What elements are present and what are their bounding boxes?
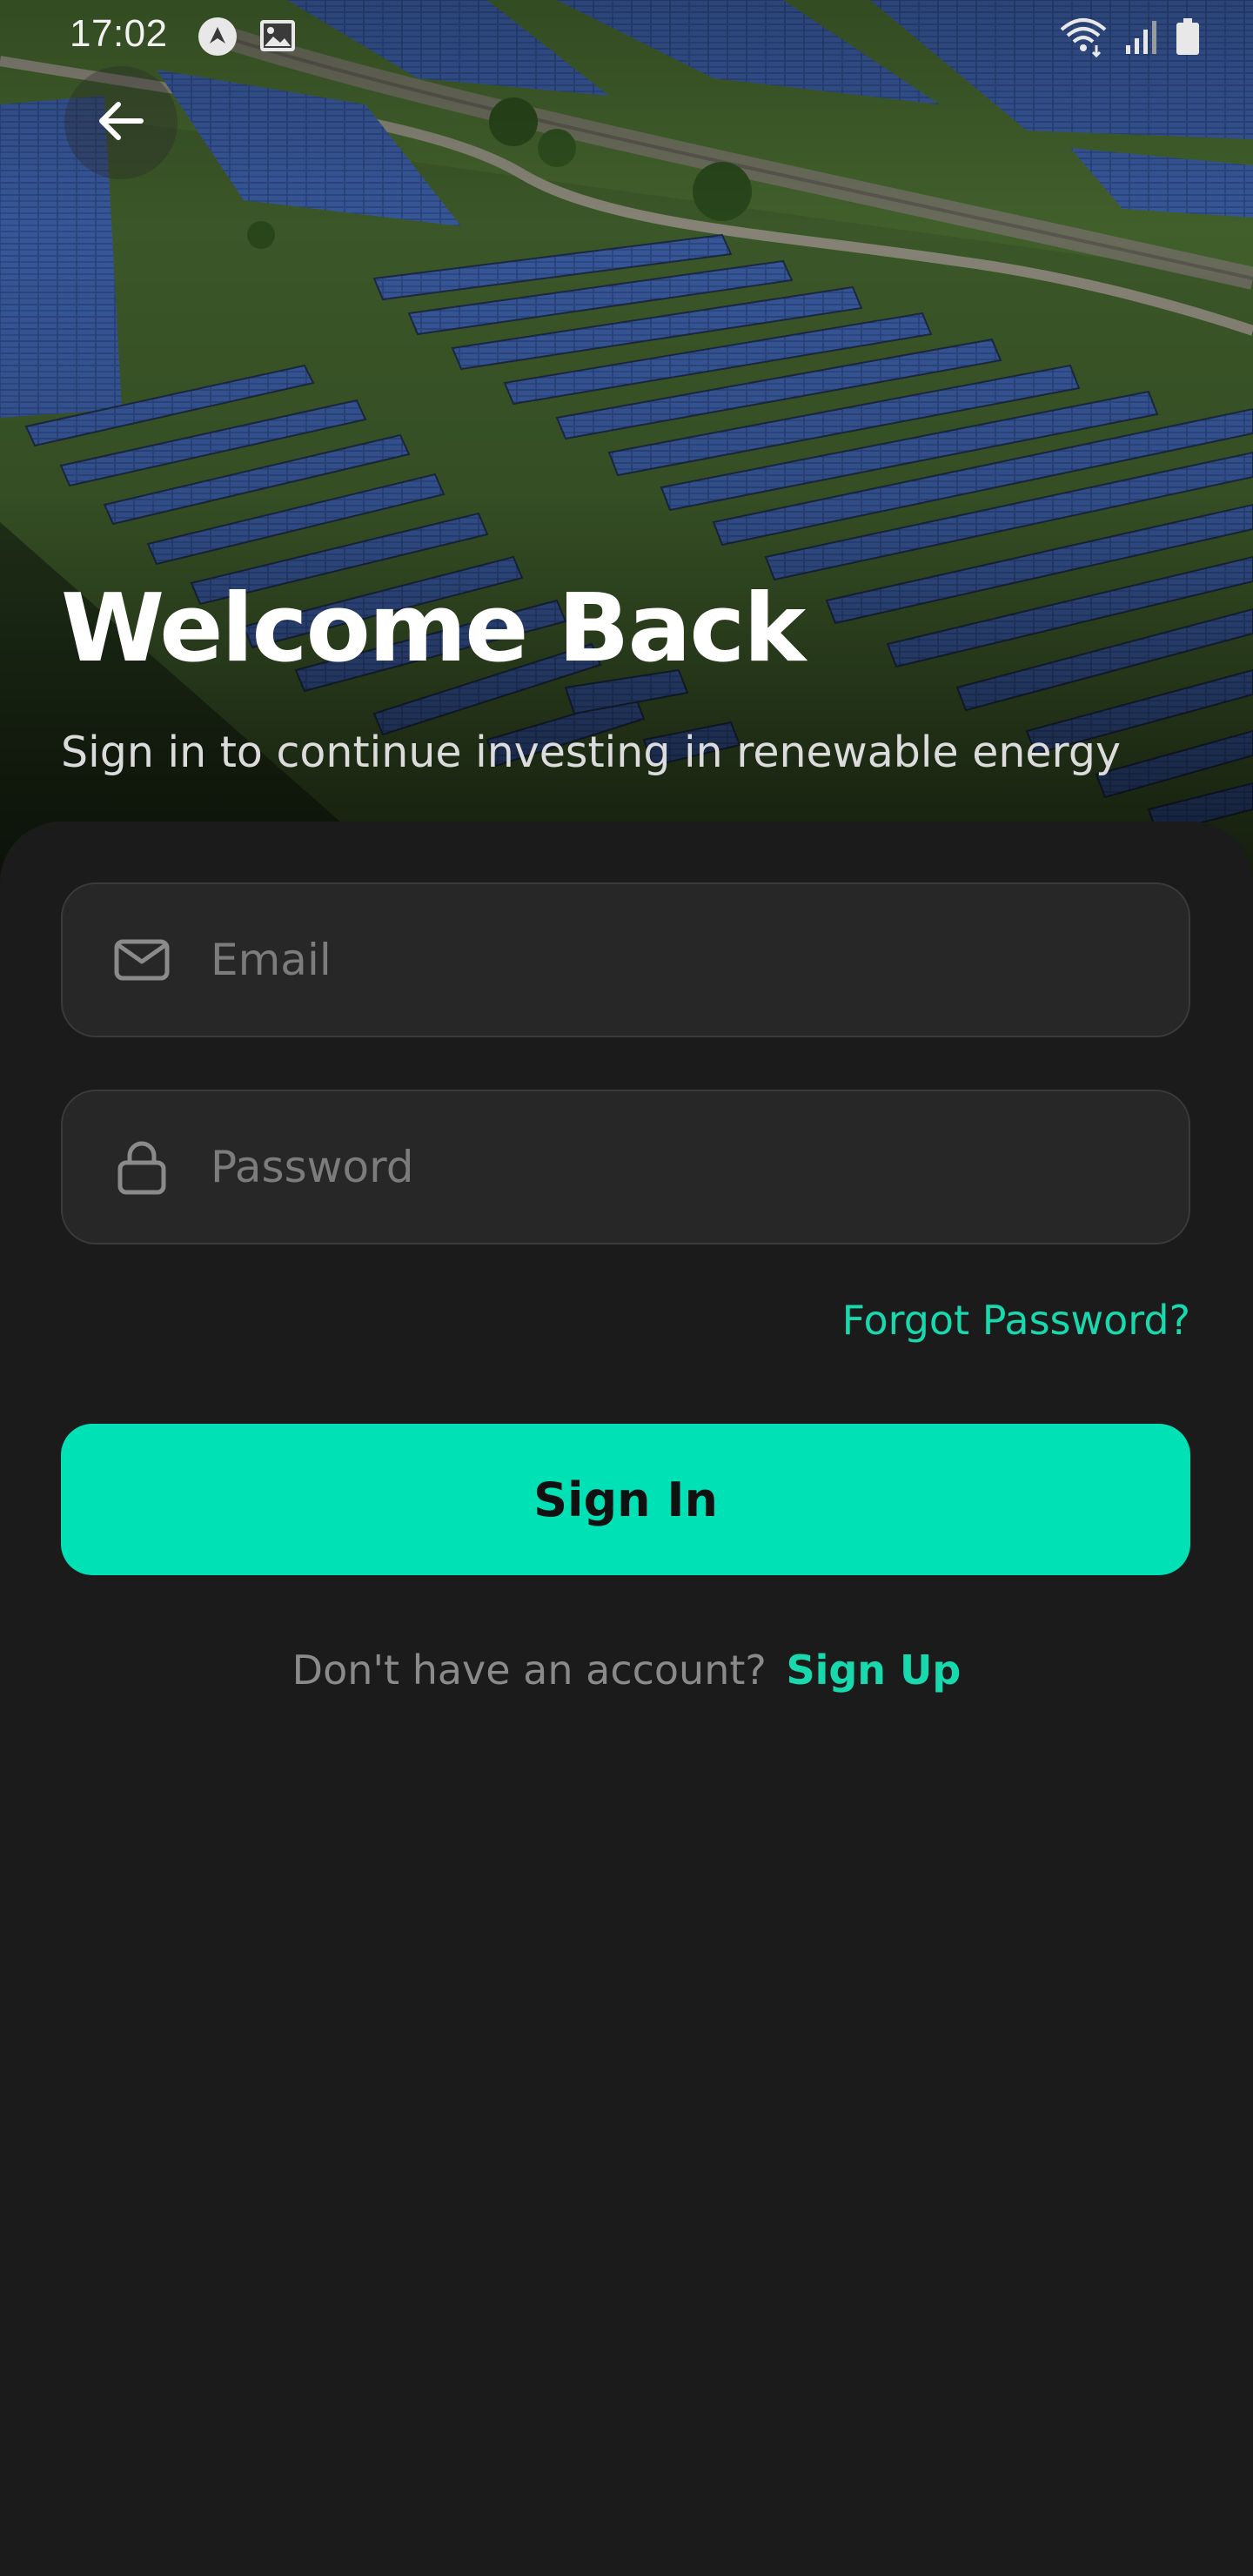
page-subtitle: Sign in to continue investing in renewab… [61, 728, 1121, 777]
signal-icon [1124, 17, 1159, 59]
status-right-icons [1058, 16, 1201, 61]
mail-icon [111, 929, 172, 990]
sign-in-button[interactable]: Sign In [61, 1424, 1190, 1575]
battery-icon [1175, 17, 1201, 60]
signup-row: Don't have an account? Sign Up [0, 1647, 1253, 1694]
arrow-left-icon [90, 91, 151, 155]
lock-icon [111, 1137, 172, 1197]
wifi-icon [1058, 16, 1109, 61]
sign-in-screen: 17:02 Welcome Back Sign in to continue i… [0, 0, 1253, 2576]
back-button[interactable] [64, 66, 178, 179]
sign-up-link[interactable]: Sign Up [786, 1647, 961, 1694]
page-title: Welcome Back [61, 574, 806, 683]
forgot-password-link[interactable]: Forgot Password? [842, 1297, 1190, 1344]
password-input[interactable] [209, 1141, 1126, 1193]
password-field[interactable] [61, 1090, 1190, 1244]
signup-prompt: Don't have an account? [291, 1647, 767, 1694]
navigation-arrow-icon [197, 16, 238, 61]
status-bar: 17:02 [0, 0, 1253, 73]
status-left-icons [197, 16, 298, 61]
image-icon [258, 16, 298, 61]
email-input[interactable] [209, 934, 1126, 986]
email-field[interactable] [61, 882, 1190, 1037]
status-time: 17:02 [70, 12, 168, 55]
sign-in-card: Forgot Password? Sign In Don't have an a… [0, 822, 1253, 2576]
